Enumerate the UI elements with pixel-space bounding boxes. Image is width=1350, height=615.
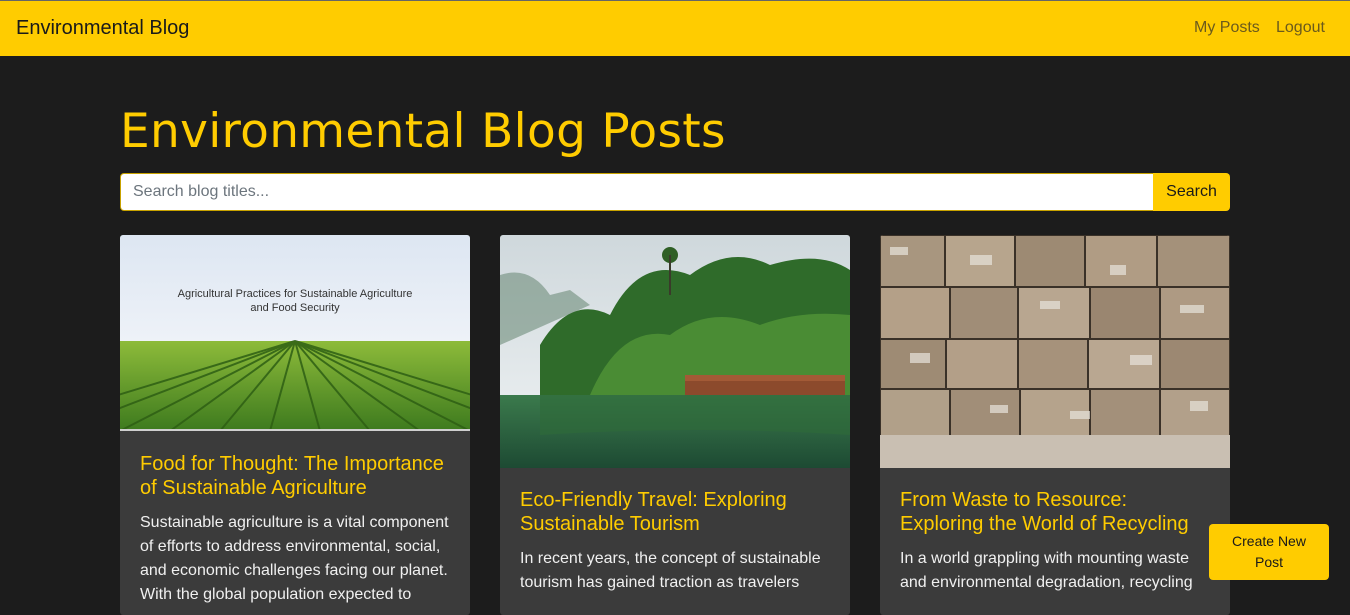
create-new-post-button[interactable]: Create New Post	[1209, 524, 1329, 580]
post-excerpt: In a world grappling with mounting waste…	[900, 550, 1193, 591]
nav-link-my-posts[interactable]: My Posts	[1194, 19, 1260, 37]
search-button[interactable]: Search	[1153, 173, 1230, 211]
post-card[interactable]: Agricultural Practices for Sustainable A…	[120, 235, 470, 615]
post-excerpt: Sustainable agriculture is a vital compo…	[140, 514, 449, 603]
post-image-agriculture: Agricultural Practices for Sustainable A…	[120, 235, 470, 431]
post-image-travel	[500, 235, 850, 468]
nav-link-logout[interactable]: Logout	[1276, 19, 1325, 37]
post-title[interactable]: Food for Thought: The Importance of Sust…	[140, 452, 452, 500]
top-navbar: Environmental Blog My Posts Logout	[0, 0, 1350, 56]
post-excerpt: In recent years, the concept of sustaina…	[520, 550, 821, 591]
post-card[interactable]: From Waste to Resource: Exploring the Wo…	[880, 235, 1230, 615]
post-title[interactable]: From Waste to Resource: Exploring the Wo…	[900, 488, 1212, 536]
image-caption: Agricultural Practices for Sustainable A…	[177, 288, 413, 314]
post-image-recycling	[880, 235, 1230, 468]
post-card[interactable]: Eco-Friendly Travel: Exploring Sustainab…	[500, 235, 850, 615]
post-title[interactable]: Eco-Friendly Travel: Exploring Sustainab…	[520, 488, 832, 536]
page-title: Environmental Blog Posts	[120, 104, 726, 159]
search-input[interactable]	[120, 173, 1154, 211]
navbar-brand[interactable]: Environmental Blog	[16, 17, 189, 40]
